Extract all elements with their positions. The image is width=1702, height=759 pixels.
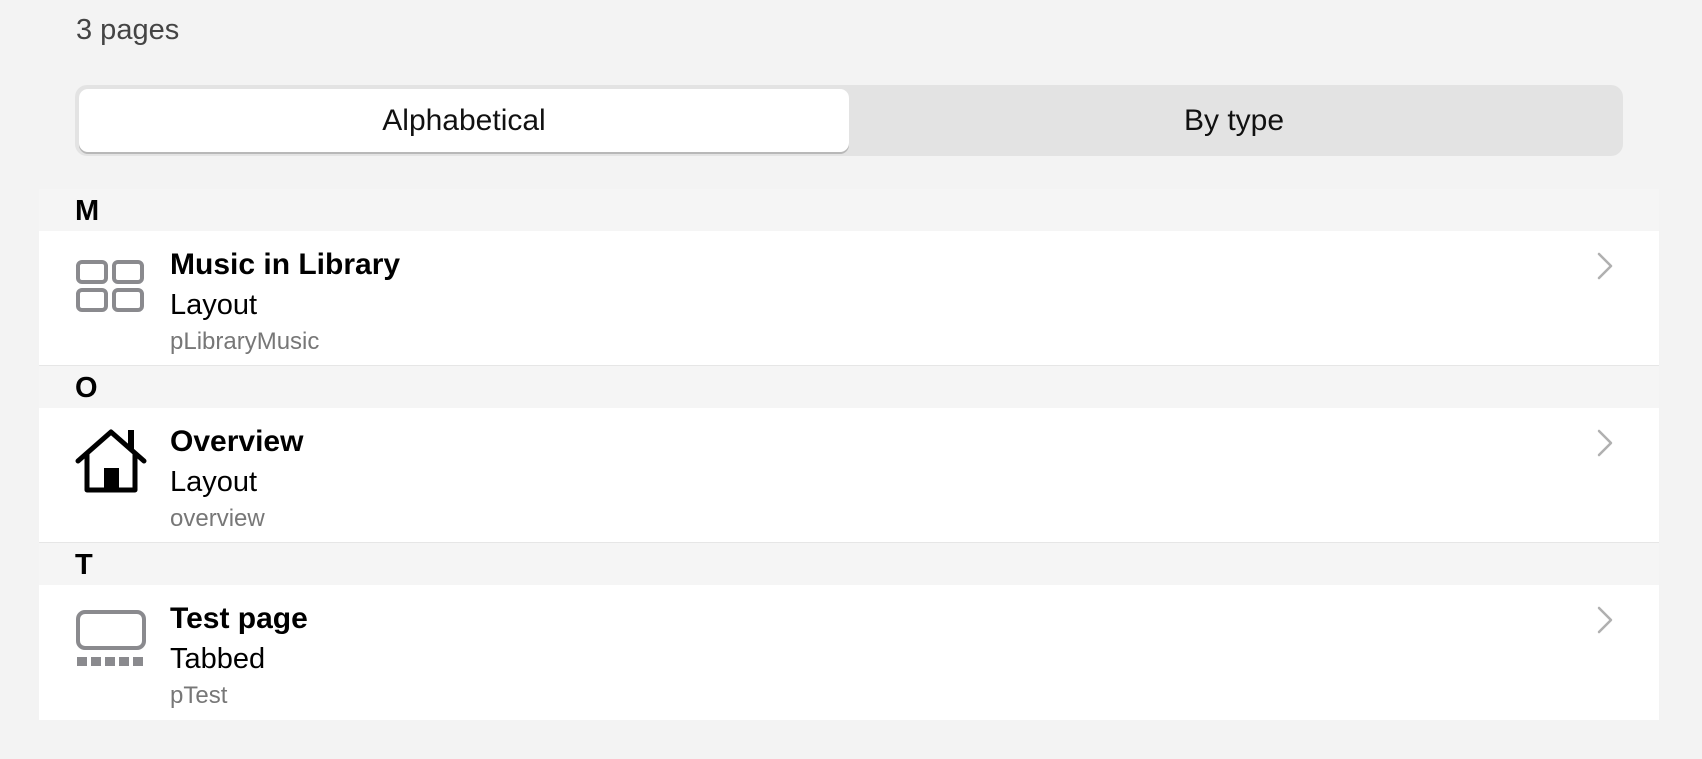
chevron-right-icon [1593, 605, 1617, 635]
pages-list: M Music in Library Layout pLibraryMusic … [39, 189, 1659, 720]
tabbed-page-icon [75, 603, 147, 675]
item-title: Overview [170, 425, 304, 458]
chevron-right-icon [1593, 251, 1617, 281]
section-header-o: O [39, 366, 1659, 408]
page-count: 3 pages [76, 14, 180, 46]
segment-alphabetical[interactable]: Alphabetical [79, 89, 849, 152]
item-type: Layout [170, 289, 258, 321]
item-id: pTest [170, 682, 228, 709]
chevron-right-icon [1593, 428, 1617, 458]
item-id: overview [170, 505, 265, 532]
item-type: Tabbed [170, 643, 266, 675]
section-header-t: T [39, 543, 1659, 585]
home-icon [75, 426, 147, 498]
list-item-music-in-library[interactable]: Music in Library Layout pLibraryMusic [39, 231, 1659, 366]
section-header-m: M [39, 189, 1659, 231]
item-title: Test page [170, 602, 308, 635]
list-item-overview[interactable]: Overview Layout overview [39, 408, 1659, 543]
item-id: pLibraryMusic [170, 328, 320, 355]
item-title: Music in Library [170, 248, 401, 281]
grid-layout-icon [75, 249, 147, 321]
segment-by-type[interactable]: By type [849, 89, 1619, 152]
list-item-test-page[interactable]: Test page Tabbed pTest [39, 585, 1659, 720]
sort-segmented-control: Alphabetical By type [75, 85, 1623, 156]
item-type: Layout [170, 466, 258, 498]
